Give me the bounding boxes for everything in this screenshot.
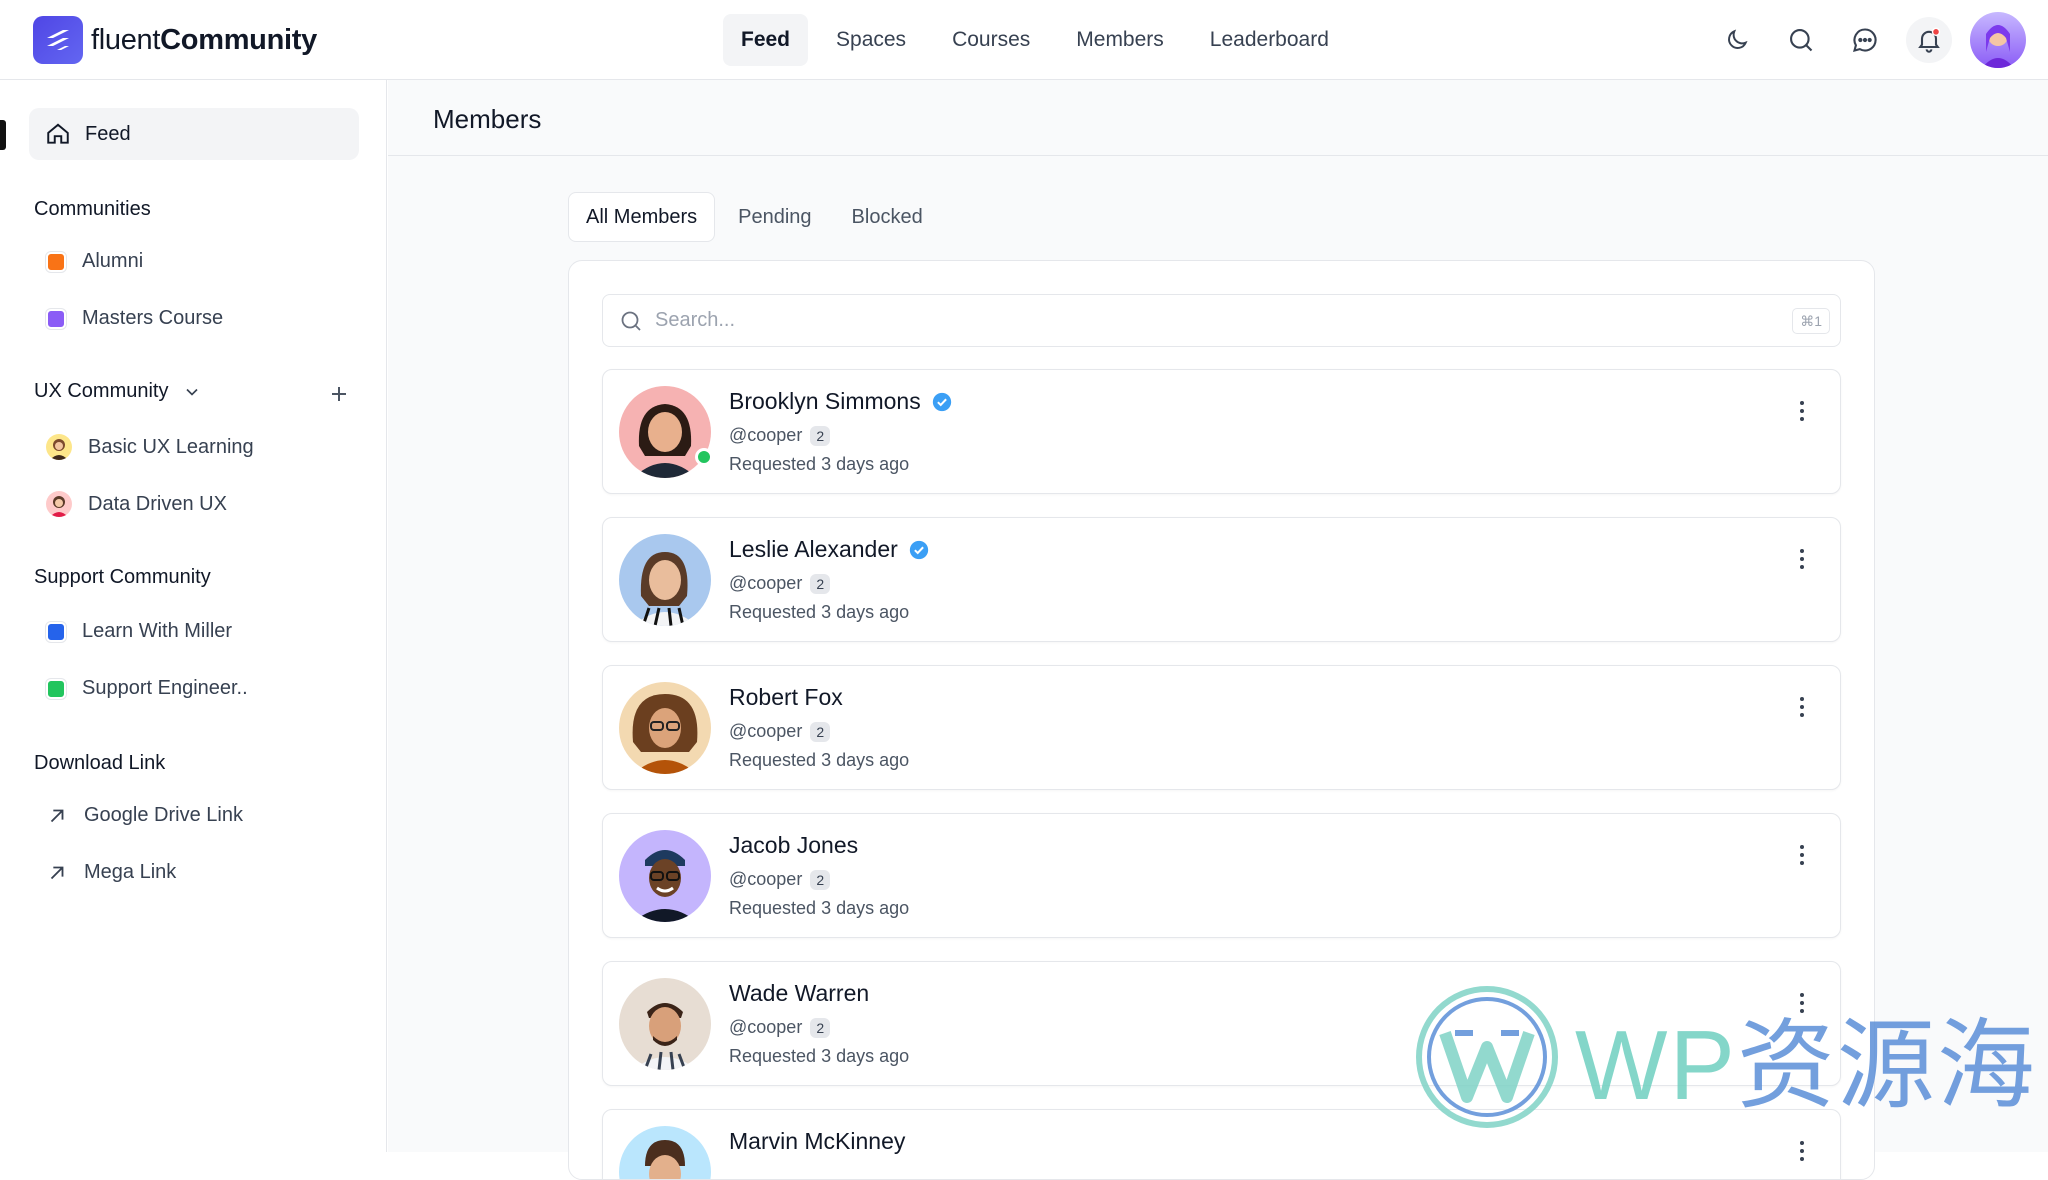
color-square-icon (46, 621, 66, 642)
member-card[interactable]: Brooklyn Simmons @cooper 2 Requested 3 da… (602, 369, 1841, 494)
home-icon (47, 123, 69, 144)
sidebar-item-data-driven-ux[interactable]: Data Driven UX (46, 491, 227, 517)
search-input[interactable] (655, 295, 1755, 346)
section-title-download-link[interactable]: Download Link (34, 752, 165, 775)
member-name[interactable]: Robert Fox (729, 684, 843, 711)
page-title: Members (433, 104, 542, 134)
member-avatar[interactable] (619, 386, 711, 478)
request-status: Requested 3 days ago (729, 1046, 910, 1066)
member-handle: @cooper 2 (729, 721, 831, 742)
member-name[interactable]: Marvin McKinney (729, 1128, 905, 1155)
nav-members[interactable]: Members (1058, 14, 1182, 66)
count-badge: 2 (810, 721, 831, 742)
space-avatar-icon (46, 434, 72, 460)
dark-mode-icon[interactable] (1714, 17, 1760, 63)
request-status: Requested 3 days ago (729, 750, 910, 770)
nav-feed[interactable]: Feed (723, 14, 809, 66)
member-handle: @cooper 2 (729, 869, 831, 890)
nav-spaces[interactable]: Spaces (818, 14, 924, 66)
shortcut-hint: ⌘1 (1792, 308, 1830, 334)
member-card[interactable]: Jacob Jones @cooper 2 Requested 3 days ag… (602, 813, 1841, 938)
chat-icon[interactable] (1842, 17, 1888, 63)
color-square-icon (46, 308, 66, 329)
request-status: Requested 3 days ago (729, 602, 910, 622)
arrow-up-right-icon (50, 809, 64, 822)
plus-icon[interactable] (327, 382, 351, 406)
more-options-icon[interactable] (1792, 1136, 1812, 1166)
search-box: ⌘1 (602, 294, 1841, 347)
user-avatar[interactable] (1970, 12, 2026, 68)
member-card[interactable]: Leslie Alexander @cooper 2 Requested 3 da… (602, 517, 1841, 642)
sidebar-item-feed[interactable]: Feed (29, 108, 359, 160)
member-tabs: All Members Pending Blocked (568, 192, 940, 242)
sidebar-item-masters-course[interactable]: Masters Course (46, 307, 223, 330)
top-right-actions (1714, 12, 2026, 68)
sidebar-item-basic-ux-learning[interactable]: Basic UX Learning (46, 434, 254, 460)
wordpress-logo-icon (1416, 986, 1558, 1128)
color-square-icon (46, 678, 66, 699)
request-status: Requested 3 days ago (729, 898, 910, 918)
member-avatar[interactable] (619, 1126, 711, 1179)
notification-bell-icon[interactable] (1906, 17, 1952, 63)
count-badge: 2 (810, 573, 831, 594)
request-status: Requested 3 days ago (729, 454, 910, 474)
member-avatar[interactable] (619, 534, 711, 626)
watermark-text: WP资源海 (1575, 1010, 2037, 1120)
count-badge: 2 (810, 425, 831, 446)
brand-logo-icon (33, 16, 83, 64)
more-options-icon[interactable] (1792, 544, 1812, 574)
count-badge: 2 (810, 869, 831, 890)
arrow-up-right-icon (50, 866, 64, 879)
member-handle: @cooper 2 (729, 1017, 831, 1038)
verified-badge-icon (909, 540, 928, 559)
top-navigation: Feed Spaces Courses Members Leaderboard (723, 14, 1351, 66)
member-avatar[interactable] (619, 830, 711, 922)
search-icon (621, 311, 641, 331)
verified-badge-icon (932, 392, 951, 411)
sidebar-item-alumni[interactable]: Alumni (46, 250, 143, 273)
chevron-down-icon[interactable] (182, 382, 202, 402)
member-name[interactable]: Wade Warren (729, 980, 869, 1007)
count-badge: 2 (810, 1017, 831, 1038)
member-handle: @cooper 2 (729, 573, 831, 594)
tab-all-members[interactable]: All Members (568, 192, 716, 242)
page-header: Members (388, 80, 2048, 156)
watermark: WP资源海 (1415, 985, 2037, 1129)
color-square-icon (46, 251, 66, 272)
nav-courses[interactable]: Courses (934, 14, 1048, 66)
tab-blocked[interactable]: Blocked (835, 192, 940, 242)
sidebar-item-support-engineer[interactable]: Support Engineer.. (46, 677, 248, 700)
top-bar: fluentCommunity Feed Spaces Courses Memb… (0, 0, 2048, 80)
member-name[interactable]: Leslie Alexander (729, 536, 930, 563)
brand-logo[interactable]: fluentCommunity (33, 16, 317, 64)
member-name[interactable]: Jacob Jones (729, 832, 858, 859)
sidebar-active-marker (0, 120, 6, 150)
section-title-support-community[interactable]: Support Community (34, 566, 211, 589)
space-avatar-icon (46, 491, 72, 517)
member-avatar[interactable] (619, 682, 711, 774)
sidebar: Feed Communities Alumni Masters Course U… (0, 80, 387, 1152)
tab-pending[interactable]: Pending (721, 192, 828, 242)
section-title-ux-community[interactable]: UX Community (34, 380, 202, 403)
member-name[interactable]: Brooklyn Simmons (729, 388, 953, 415)
online-status-indicator (695, 448, 713, 466)
brand-name: fluentCommunity (91, 23, 317, 56)
member-card[interactable]: Robert Fox @cooper 2 Requested 3 days ago (602, 665, 1841, 790)
section-title-communities[interactable]: Communities (34, 198, 151, 221)
member-avatar[interactable] (619, 978, 711, 1070)
more-options-icon[interactable] (1792, 396, 1812, 426)
sidebar-item-label: Feed (85, 122, 131, 145)
search-icon[interactable] (1778, 17, 1824, 63)
more-options-icon[interactable] (1792, 840, 1812, 870)
nav-leaderboard[interactable]: Leaderboard (1192, 14, 1347, 66)
more-options-icon[interactable] (1792, 692, 1812, 722)
sidebar-item-learn-with-miller[interactable]: Learn With Miller (46, 620, 232, 643)
member-handle: @cooper 2 (729, 425, 831, 446)
sidebar-item-google-drive-link[interactable]: Google Drive Link (46, 804, 243, 827)
sidebar-item-mega-link[interactable]: Mega Link (46, 861, 176, 884)
